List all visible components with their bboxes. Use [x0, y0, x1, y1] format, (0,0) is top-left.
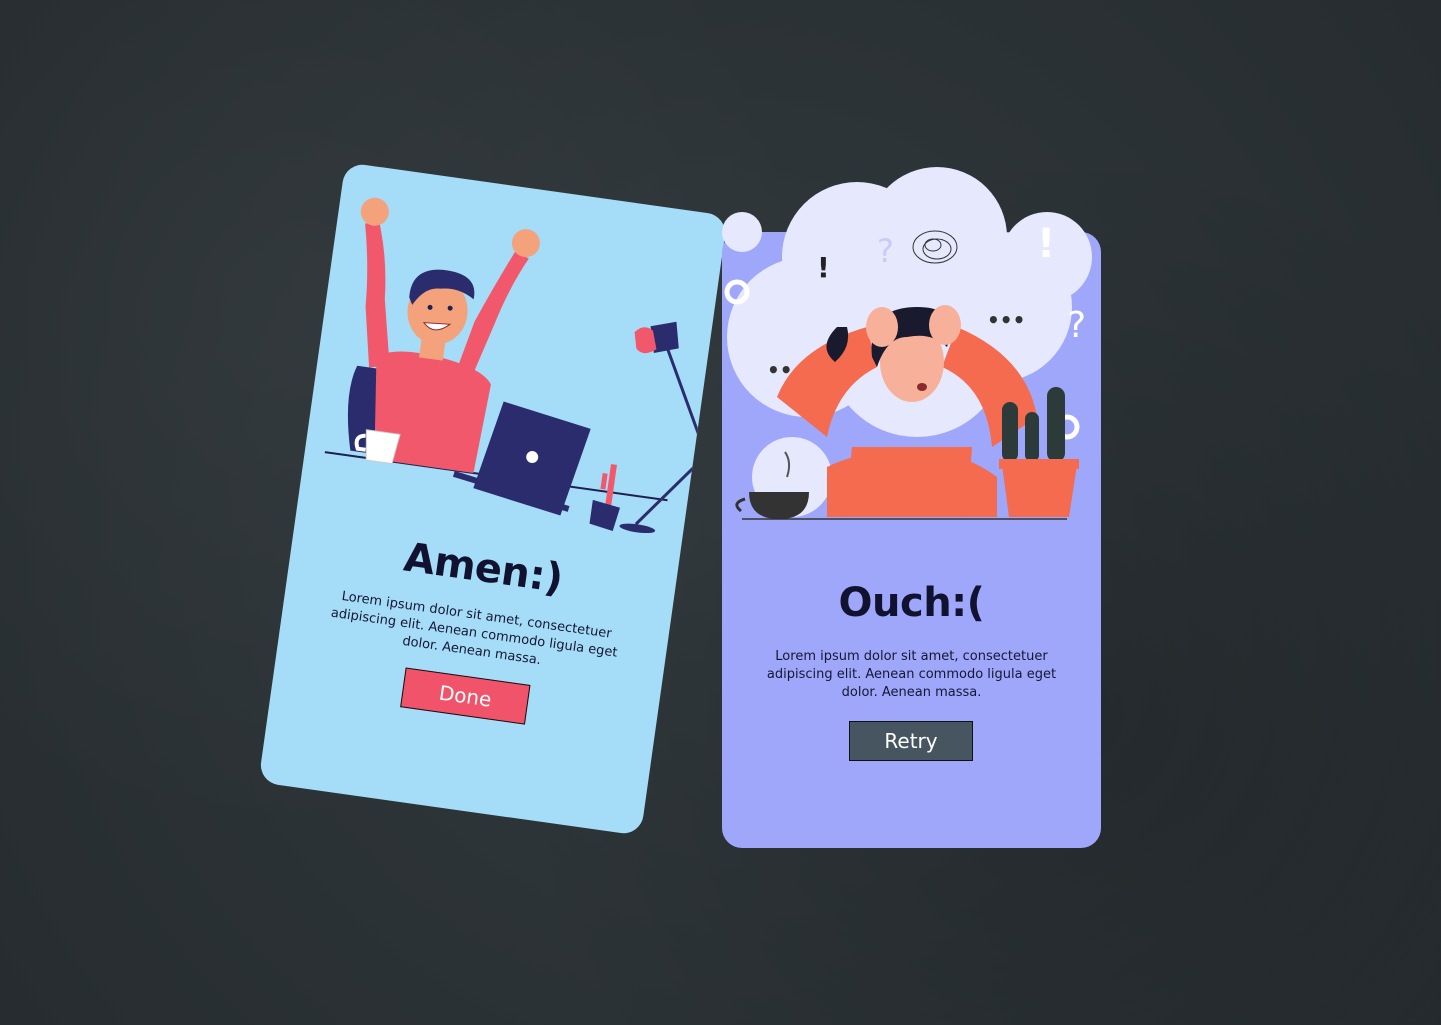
question-mark-icon: ?: [877, 232, 894, 270]
left-arm: [365, 222, 390, 368]
success-card: Amen:) Lorem ipsum dolor sit amet, conse…: [258, 162, 728, 836]
exclamation-icon: !: [817, 251, 830, 284]
done-button[interactable]: Done: [400, 667, 531, 725]
desk-lamp-icon: [619, 321, 708, 534]
stressed-person-illustration: ? ? ! ! ••• •••: [722, 167, 1092, 520]
fail-title: Ouch:(: [838, 580, 985, 626]
cactus-icon: [999, 387, 1079, 517]
fail-description: Lorem ipsum dolor sit amet, consectetuer…: [766, 649, 1057, 700]
question-mark-icon: ?: [1067, 305, 1086, 346]
exclamation-icon: !: [1037, 221, 1055, 267]
fail-card: ? ? ! ! ••• ••• Ouch:(Lorem ipsum dolor…: [722, 167, 1101, 848]
svg-text:•••: •••: [987, 308, 1025, 332]
left-fist: [360, 197, 389, 226]
retry-button[interactable]: Retry: [849, 721, 973, 761]
celebrating-person-illustration: [324, 197, 708, 534]
cactus-icon: [589, 464, 621, 531]
